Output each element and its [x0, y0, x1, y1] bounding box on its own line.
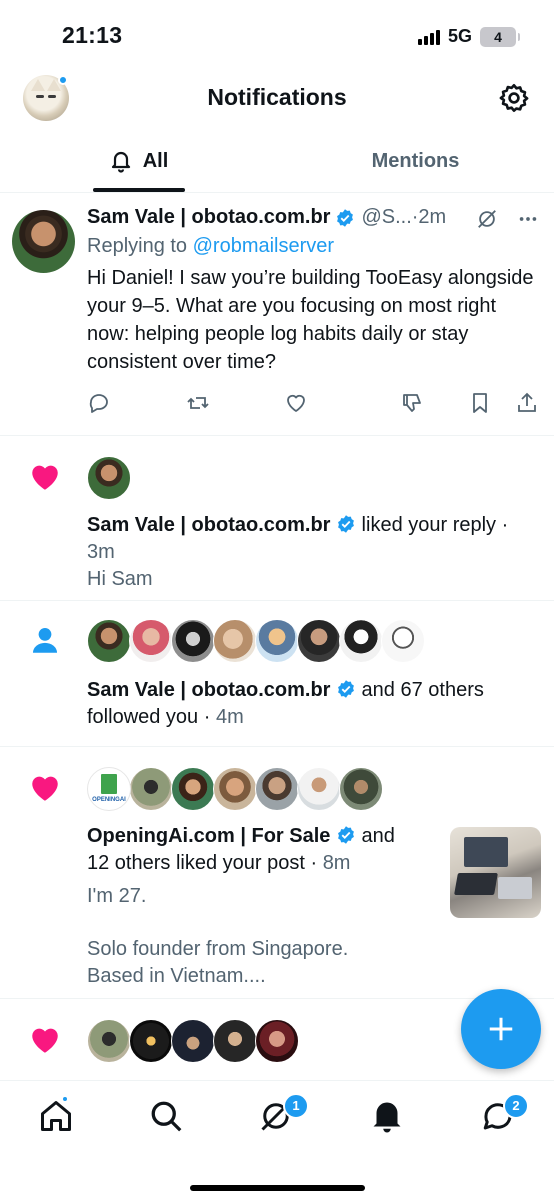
actor-name[interactable]: Sam Vale | obotao.com.br: [87, 514, 330, 536]
replying-handle[interactable]: @robmailserver: [193, 235, 334, 257]
avatar[interactable]: [87, 456, 131, 500]
avatar-row: [87, 601, 554, 663]
home-indicator: [190, 1185, 365, 1191]
page-title: Notifications: [207, 84, 347, 110]
avatar[interactable]: [87, 619, 131, 663]
avatar[interactable]: [381, 619, 425, 663]
header: Notifications: [0, 70, 554, 126]
like-notification[interactable]: Sam Vale | obotao.com.br liked your repl…: [0, 436, 554, 601]
bookmark-icon[interactable]: [468, 391, 492, 415]
avatar[interactable]: [171, 767, 215, 811]
avatar[interactable]: [255, 767, 299, 811]
follow-notification[interactable]: Sam Vale | obotao.com.br and 67 others f…: [0, 601, 554, 747]
dislike-icon[interactable]: [400, 391, 424, 415]
avatar-row: [87, 436, 554, 500]
like-icon[interactable]: [284, 391, 308, 415]
avatar[interactable]: [171, 1019, 215, 1063]
avatar[interactable]: [255, 1019, 299, 1063]
messages-badge: 2: [503, 1093, 529, 1119]
author-handle: @S...: [361, 206, 412, 228]
like-notification[interactable]: OPENINGAI OpeningAi.com | For Sale and 1…: [0, 747, 554, 999]
author-name[interactable]: Sam Vale | obotao.com.br: [87, 206, 330, 229]
gear-icon[interactable]: [498, 82, 530, 114]
avatar[interactable]: [12, 210, 75, 273]
replying-prefix: Replying to: [87, 235, 193, 257]
person-icon: [32, 627, 58, 653]
post-thumbnail[interactable]: [450, 827, 541, 918]
notification-snippet: Based in Vietnam....: [87, 965, 266, 987]
network-label: 5G: [447, 26, 472, 46]
grok-badge: 1: [283, 1093, 309, 1119]
post-actions: [87, 391, 543, 417]
avatar[interactable]: [255, 619, 299, 663]
heart-icon: [32, 465, 58, 490]
tab-mentions[interactable]: Mentions: [277, 138, 554, 184]
verified-badge-icon: [337, 208, 354, 227]
search-icon[interactable]: [148, 1098, 184, 1134]
avatar[interactable]: [129, 1019, 173, 1063]
avatar-row: OPENINGAI: [87, 747, 554, 811]
notification-action: and: [355, 825, 395, 847]
notification-action: liked your reply ·: [356, 514, 509, 536]
bell-icon: [111, 151, 130, 173]
heart-icon: [32, 776, 58, 801]
logo-text: OPENINGAI: [92, 797, 126, 803]
notification-action: and 67 others: [356, 679, 484, 701]
reply-icon[interactable]: [87, 391, 111, 415]
replying-to: Replying to @robmailserver: [87, 235, 540, 258]
notification-time: 3m: [87, 541, 115, 563]
actor-name[interactable]: OpeningAi.com | For Sale: [87, 825, 330, 847]
avatar[interactable]: [297, 767, 341, 811]
grok-icon[interactable]: [476, 208, 498, 230]
tab-mentions-label: Mentions: [371, 149, 460, 172]
avatar[interactable]: [213, 767, 257, 811]
avatar[interactable]: [129, 767, 173, 811]
bottom-nav: 1 2: [0, 1080, 554, 1199]
heart-icon: [32, 1028, 58, 1053]
notification-time: 8m: [322, 852, 351, 874]
notification-action-2: 12 others liked your post ·: [87, 852, 323, 874]
tab-all-label: All: [142, 149, 169, 172]
notification-snippet: Solo founder from Singapore.: [87, 938, 349, 960]
plus-icon: [489, 1017, 513, 1041]
tab-all[interactable]: All: [0, 138, 277, 192]
avatar[interactable]: [213, 619, 257, 663]
verified-badge-icon: [338, 680, 354, 698]
actor-name[interactable]: Sam Vale | obotao.com.br: [87, 679, 330, 701]
avatar[interactable]: [339, 767, 383, 811]
signal-icon: [417, 29, 440, 45]
notifications-bell-icon[interactable]: [369, 1098, 405, 1134]
notification-time: 4m: [215, 706, 244, 728]
avatar[interactable]: [171, 619, 215, 663]
more-options-icon[interactable]: [516, 208, 540, 230]
notification-tabs: All Mentions: [0, 138, 554, 193]
openingai-logo[interactable]: OPENINGAI: [87, 767, 131, 811]
status-indicators: 5G 4: [417, 26, 520, 47]
status-bar: 21:13 5G 4: [0, 0, 554, 70]
avatar[interactable]: [87, 1019, 131, 1063]
avatar[interactable]: [129, 619, 173, 663]
home-notification-dot: [61, 1095, 69, 1103]
avatar[interactable]: [297, 619, 341, 663]
avatar[interactable]: [213, 1019, 257, 1063]
home-icon[interactable]: [38, 1098, 74, 1134]
avatar[interactable]: [339, 619, 383, 663]
notification-feed[interactable]: Sam Vale | obotao.com.br @S... ·2m Reply…: [0, 194, 554, 1080]
tab-active-indicator: [92, 188, 185, 192]
reply-post[interactable]: Sam Vale | obotao.com.br @S... ·2m Reply…: [0, 194, 554, 436]
verified-badge-icon: [338, 515, 354, 533]
status-time: 21:13: [62, 22, 123, 48]
post-time: ·2m: [411, 206, 447, 228]
notification-snippet: Hi Sam: [87, 568, 153, 590]
share-icon[interactable]: [515, 391, 539, 415]
repost-icon[interactable]: [186, 391, 210, 415]
post-text: Hi Daniel! I saw you’re building TooEasy…: [87, 267, 534, 373]
battery-icon: 4: [480, 26, 520, 47]
compose-button[interactable]: [461, 989, 541, 1069]
verified-badge-icon: [338, 826, 354, 844]
notification-action-2: followed you ·: [87, 706, 216, 728]
